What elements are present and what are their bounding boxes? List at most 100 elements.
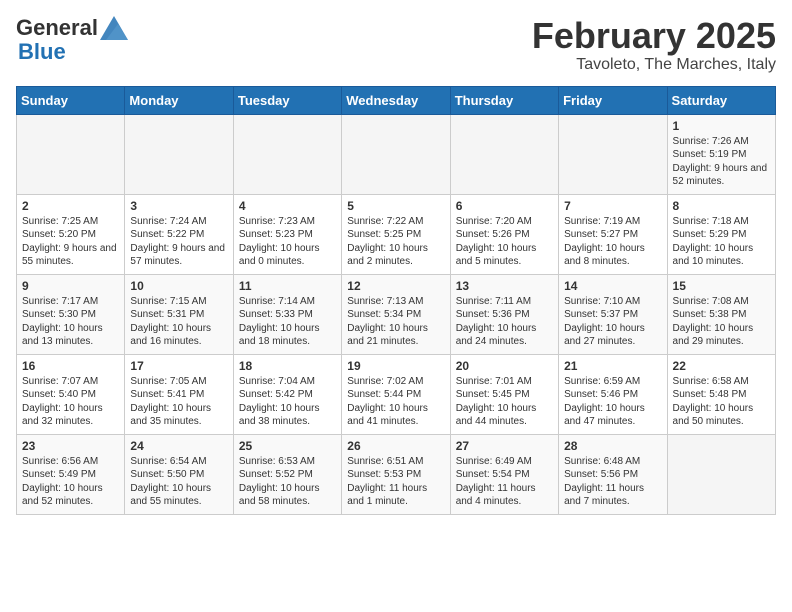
day-info: Sunrise: 7:14 AM Sunset: 5:33 PM Dayligh…: [239, 295, 336, 349]
day-info: Sunrise: 6:51 AM Sunset: 5:53 PM Dayligh…: [347, 455, 444, 509]
day-info: Sunrise: 7:20 AM Sunset: 5:26 PM Dayligh…: [456, 215, 553, 269]
day-info: Sunrise: 6:54 AM Sunset: 5:50 PM Dayligh…: [130, 455, 227, 509]
calendar-cell: 9 Sunrise: 7:17 AM Sunset: 5:30 PM Daylig…: [17, 274, 125, 354]
logo-blue: Blue: [18, 39, 66, 64]
day-number: 28: [564, 439, 661, 453]
calendar-cell: 23 Sunrise: 6:56 AM Sunset: 5:49 PM Dayli…: [17, 434, 125, 514]
day-info: Sunrise: 6:53 AM Sunset: 5:52 PM Dayligh…: [239, 455, 336, 509]
header-sunday: Sunday: [17, 86, 125, 114]
header-thursday: Thursday: [450, 86, 558, 114]
calendar-cell: 2 Sunrise: 7:25 AM Sunset: 5:20 PM Daylig…: [17, 194, 125, 274]
calendar-week-3: 9 Sunrise: 7:17 AM Sunset: 5:30 PM Daylig…: [17, 274, 776, 354]
day-number: 11: [239, 279, 336, 293]
calendar-cell: 21 Sunrise: 6:59 AM Sunset: 5:46 PM Dayli…: [559, 354, 667, 434]
calendar-cell: 27Sunrise: 6:49 AM Sunset: 5:54 PM Dayli…: [450, 434, 558, 514]
day-number: 9: [22, 279, 119, 293]
calendar-cell: [667, 434, 775, 514]
logo-general: General: [16, 16, 98, 40]
calendar-week-4: 16Sunrise: 7:07 AM Sunset: 5:40 PM Dayli…: [17, 354, 776, 434]
calendar-cell: [450, 114, 558, 194]
day-info: Sunrise: 6:59 AM Sunset: 5:46 PM Dayligh…: [564, 375, 661, 429]
header-friday: Friday: [559, 86, 667, 114]
day-info: Sunrise: 7:15 AM Sunset: 5:31 PM Dayligh…: [130, 295, 227, 349]
calendar-cell: [559, 114, 667, 194]
header-wednesday: Wednesday: [342, 86, 450, 114]
calendar-cell: 8 Sunrise: 7:18 AM Sunset: 5:29 PM Daylig…: [667, 194, 775, 274]
calendar-cell: [17, 114, 125, 194]
calendar-cell: 20 Sunrise: 7:01 AM Sunset: 5:45 PM Dayli…: [450, 354, 558, 434]
day-info: Sunrise: 7:22 AM Sunset: 5:25 PM Dayligh…: [347, 215, 444, 269]
day-number: 15: [673, 279, 770, 293]
calendar-cell: 13 Sunrise: 7:11 AM Sunset: 5:36 PM Dayli…: [450, 274, 558, 354]
day-info: Sunrise: 7:18 AM Sunset: 5:29 PM Dayligh…: [673, 215, 770, 269]
day-info: Sunrise: 7:19 AM Sunset: 5:27 PM Dayligh…: [564, 215, 661, 269]
day-number: 24: [130, 439, 227, 453]
day-number: 13: [456, 279, 553, 293]
calendar-cell: 4 Sunrise: 7:23 AM Sunset: 5:23 PM Daylig…: [233, 194, 341, 274]
calendar-cell: 11 Sunrise: 7:14 AM Sunset: 5:33 PM Dayli…: [233, 274, 341, 354]
day-number: 25: [239, 439, 336, 453]
day-number: 8: [673, 199, 770, 213]
day-info: Sunrise: 7:25 AM Sunset: 5:20 PM Dayligh…: [22, 215, 119, 269]
day-info: Sunrise: 7:04 AM Sunset: 5:42 PM Dayligh…: [239, 375, 336, 429]
calendar-cell: 6 Sunrise: 7:20 AM Sunset: 5:26 PM Daylig…: [450, 194, 558, 274]
day-number: 22: [673, 359, 770, 373]
calendar-cell: 22 Sunrise: 6:58 AM Sunset: 5:48 PM Dayli…: [667, 354, 775, 434]
day-info: Sunrise: 6:58 AM Sunset: 5:48 PM Dayligh…: [673, 375, 770, 429]
day-number: 14: [564, 279, 661, 293]
day-number: 6: [456, 199, 553, 213]
day-info: Sunrise: 6:56 AM Sunset: 5:49 PM Dayligh…: [22, 455, 119, 509]
calendar-cell: [342, 114, 450, 194]
day-number: 23: [22, 439, 119, 453]
day-info: Sunrise: 7:17 AM Sunset: 5:30 PM Dayligh…: [22, 295, 119, 349]
calendar-cell: 14 Sunrise: 7:10 AM Sunset: 5:37 PM Dayli…: [559, 274, 667, 354]
calendar-header-row: Sunday Monday Tuesday Wednesday Thursday…: [17, 86, 776, 114]
day-info: Sunrise: 7:23 AM Sunset: 5:23 PM Dayligh…: [239, 215, 336, 269]
day-number: 26: [347, 439, 444, 453]
day-number: 4: [239, 199, 336, 213]
calendar-week-2: 2 Sunrise: 7:25 AM Sunset: 5:20 PM Daylig…: [17, 194, 776, 274]
calendar-cell: 7 Sunrise: 7:19 AM Sunset: 5:27 PM Daylig…: [559, 194, 667, 274]
day-number: 12: [347, 279, 444, 293]
day-number: 5: [347, 199, 444, 213]
calendar-cell: [125, 114, 233, 194]
calendar-cell: 24 Sunrise: 6:54 AM Sunset: 5:50 PM Dayli…: [125, 434, 233, 514]
day-number: 27: [456, 439, 553, 453]
day-info: Sunrise: 7:24 AM Sunset: 5:22 PM Dayligh…: [130, 215, 227, 269]
calendar-cell: 25 Sunrise: 6:53 AM Sunset: 5:52 PM Dayli…: [233, 434, 341, 514]
calendar-title: February 2025: [532, 16, 776, 56]
day-number: 21: [564, 359, 661, 373]
day-number: 19: [347, 359, 444, 373]
day-number: 2: [22, 199, 119, 213]
calendar-subtitle: Tavoleto, The Marches, Italy: [532, 56, 776, 74]
calendar-cell: 16Sunrise: 7:07 AM Sunset: 5:40 PM Dayli…: [17, 354, 125, 434]
day-info: Sunrise: 7:11 AM Sunset: 5:36 PM Dayligh…: [456, 295, 553, 349]
day-number: 18: [239, 359, 336, 373]
day-info: Sunrise: 7:02 AM Sunset: 5:44 PM Dayligh…: [347, 375, 444, 429]
day-info: Sunrise: 6:48 AM Sunset: 5:56 PM Dayligh…: [564, 455, 661, 509]
calendar-cell: [233, 114, 341, 194]
header-monday: Monday: [125, 86, 233, 114]
calendar-cell: 18 Sunrise: 7:04 AM Sunset: 5:42 PM Dayli…: [233, 354, 341, 434]
calendar-cell: 10 Sunrise: 7:15 AM Sunset: 5:31 PM Dayli…: [125, 274, 233, 354]
day-number: 20: [456, 359, 553, 373]
day-number: 7: [564, 199, 661, 213]
calendar-week-1: 1Sunrise: 7:26 AM Sunset: 5:19 PM Daylig…: [17, 114, 776, 194]
day-number: 16: [22, 359, 119, 373]
day-number: 10: [130, 279, 227, 293]
header-tuesday: Tuesday: [233, 86, 341, 114]
calendar-table: Sunday Monday Tuesday Wednesday Thursday…: [16, 86, 776, 515]
calendar-cell: 15 Sunrise: 7:08 AM Sunset: 5:38 PM Dayli…: [667, 274, 775, 354]
calendar-week-5: 23 Sunrise: 6:56 AM Sunset: 5:49 PM Dayli…: [17, 434, 776, 514]
calendar-cell: 5 Sunrise: 7:22 AM Sunset: 5:25 PM Daylig…: [342, 194, 450, 274]
header: General Blue February 2025 Tavoleto, The…: [16, 16, 776, 74]
title-area: February 2025 Tavoleto, The Marches, Ita…: [532, 16, 776, 74]
calendar-cell: 12Sunrise: 7:13 AM Sunset: 5:34 PM Dayli…: [342, 274, 450, 354]
logo-icon: [100, 16, 128, 40]
calendar-cell: 1Sunrise: 7:26 AM Sunset: 5:19 PM Daylig…: [667, 114, 775, 194]
calendar-cell: 19 Sunrise: 7:02 AM Sunset: 5:44 PM Dayli…: [342, 354, 450, 434]
day-info: Sunrise: 7:01 AM Sunset: 5:45 PM Dayligh…: [456, 375, 553, 429]
day-info: Sunrise: 7:10 AM Sunset: 5:37 PM Dayligh…: [564, 295, 661, 349]
day-info: Sunrise: 7:08 AM Sunset: 5:38 PM Dayligh…: [673, 295, 770, 349]
day-number: 3: [130, 199, 227, 213]
